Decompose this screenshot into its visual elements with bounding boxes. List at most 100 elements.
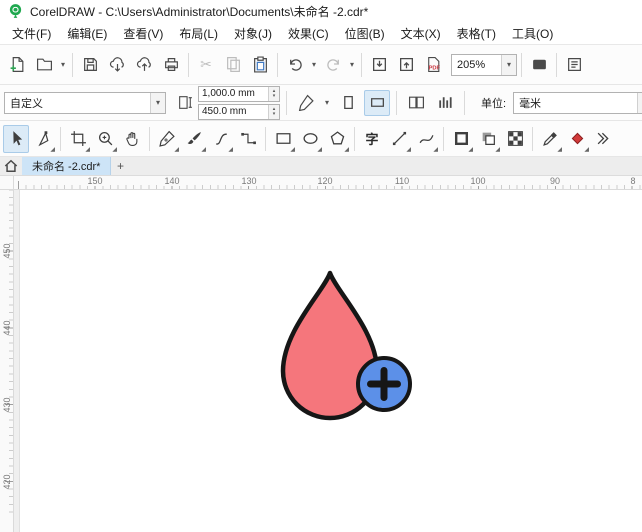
crop-tool[interactable]: ◢ (65, 125, 91, 153)
import-button[interactable] (366, 52, 392, 78)
page-size-preset-combobox[interactable]: 自定义 ▾ (4, 91, 166, 114)
pan-tool[interactable] (119, 125, 145, 153)
flyout-caret[interactable]: ◢ (317, 147, 322, 153)
flyout-caret[interactable]: ◢ (468, 147, 473, 153)
flyout-caret[interactable]: ◢ (228, 147, 233, 153)
menu-item[interactable]: 位图(B) (337, 22, 393, 44)
straight-line-tool[interactable]: ◢ (386, 125, 412, 153)
application-launcher-button[interactable] (561, 52, 587, 78)
flyout-caret[interactable]: ◢ (557, 147, 562, 153)
menu-item[interactable]: 文件(F) (4, 22, 59, 44)
flyout-caret[interactable]: ◢ (344, 147, 349, 153)
flyout-caret[interactable]: ◢ (174, 147, 179, 153)
zoom-tool[interactable]: ◢ (92, 125, 118, 153)
units-combobox[interactable]: 毫米 ▾ (513, 91, 642, 114)
polygon-tool[interactable]: ◢ (324, 125, 350, 153)
flyout-caret[interactable]: ◢ (201, 147, 206, 153)
save-button[interactable] (77, 52, 103, 78)
menu-item[interactable]: 效果(C) (280, 22, 337, 44)
toolbar-separator (72, 52, 73, 77)
document-tab[interactable]: 未命名 -2.cdr* (22, 157, 112, 175)
drop-shadow-tool[interactable]: ◢ (475, 125, 501, 153)
new-document-button[interactable] (4, 52, 30, 78)
page-options-button[interactable] (293, 90, 319, 116)
rectangle-tool[interactable]: ◢ (270, 125, 296, 153)
units-dropdown-button[interactable]: ▾ (637, 92, 642, 113)
menu-item[interactable]: 工具(O) (504, 22, 561, 44)
ruler-label-h: 130 (240, 176, 258, 186)
flyout-caret[interactable]: ◢ (290, 147, 295, 153)
copy-button[interactable] (220, 52, 246, 78)
spin-down-icon[interactable]: ▾ (273, 111, 276, 117)
open-from-cloud-button[interactable] (104, 52, 130, 78)
flyout-caret[interactable]: ◢ (584, 147, 589, 153)
menu-item[interactable]: 查看(V) (115, 22, 171, 44)
interactive-fill-tool[interactable]: ◢ (564, 125, 590, 153)
current-page-button[interactable] (432, 90, 458, 116)
curve-tool[interactable]: ◢ (413, 125, 439, 153)
vertical-ruler[interactable]: 450 440 430 420 (0, 190, 14, 532)
outline-pen-tool[interactable]: ◢ (448, 125, 474, 153)
open-dropdown-caret[interactable]: ▾ (58, 60, 68, 69)
spin-down-icon[interactable]: ▾ (273, 93, 276, 99)
display-mode-button[interactable] (526, 52, 552, 78)
home-icon[interactable] (0, 157, 22, 176)
text-tool[interactable]: 字 (359, 125, 385, 153)
cut-button[interactable]: ✂ (193, 52, 219, 78)
propbar-separator (286, 90, 287, 115)
toolbox-separator (265, 126, 266, 151)
save-to-cloud-button[interactable] (131, 52, 157, 78)
menu-item[interactable]: 文本(X) (393, 22, 449, 44)
page-options-caret[interactable]: ▾ (322, 98, 332, 107)
flyout-caret[interactable]: ◢ (406, 147, 411, 153)
artistic-media-tool[interactable]: ◢ (181, 125, 207, 153)
pen-tool[interactable]: ◢ (154, 125, 180, 153)
open-document-button[interactable] (31, 52, 57, 78)
page-size-preset-dropdown-button[interactable]: ▾ (150, 92, 165, 113)
page-width-field[interactable]: 1,000.0 mm ▴ ▾ (198, 85, 280, 102)
propbar-separator (464, 90, 465, 115)
flyout-caret[interactable]: ◢ (50, 147, 55, 153)
redo-button[interactable] (320, 52, 346, 78)
flyout-caret[interactable]: ◢ (85, 147, 90, 153)
ellipse-tool[interactable]: ◢ (297, 125, 323, 153)
flyout-caret[interactable]: ◢ (433, 147, 438, 153)
ruler-origin-corner[interactable] (0, 176, 14, 190)
publish-to-pdf-button[interactable]: PDF (420, 52, 446, 78)
paste-button[interactable] (247, 52, 273, 78)
page-width-spinner[interactable]: ▴ ▾ (268, 86, 279, 101)
landscape-orientation-button[interactable] (364, 89, 390, 116)
units-value: 毫米 (519, 97, 542, 110)
menu-item[interactable]: 表格(T) (449, 22, 504, 44)
transparency-tool[interactable] (502, 125, 528, 153)
new-tab-button[interactable]: + (111, 157, 129, 175)
flyout-caret[interactable]: ◢ (495, 147, 500, 153)
page-height-field[interactable]: 450.0 mm ▴ ▾ (198, 103, 280, 120)
shape-tool[interactable]: ◢ (30, 125, 56, 153)
toolbox-overflow-chevron[interactable] (591, 125, 617, 153)
pdf-icon-label: PDF (428, 65, 440, 71)
zoom-level-value: 205% (457, 58, 486, 71)
pick-tool[interactable] (3, 124, 29, 153)
menu-item[interactable]: 编辑(E) (59, 22, 115, 44)
toolbox: ◢ ◢ ◢ ◢ ◢ ◢ ◢ ◢ ◢ 字 ◢ ◢ ◢ ◢ ◢ ◢ (0, 121, 642, 157)
connector-tool[interactable] (235, 125, 261, 153)
b-spline-tool[interactable]: ◢ (208, 125, 234, 153)
export-button[interactable] (393, 52, 419, 78)
portrait-orientation-button[interactable] (335, 90, 361, 116)
print-button[interactable] (158, 52, 184, 78)
flyout-caret[interactable]: ◢ (112, 147, 117, 153)
horizontal-ruler[interactable]: 150 140 130 120 110 100 90 8 (14, 176, 642, 190)
eyedropper-tool[interactable]: ◢ (537, 125, 563, 153)
menu-item[interactable]: 布局(L) (171, 22, 226, 44)
zoom-level-combobox[interactable]: 205% ▾ (451, 53, 517, 76)
menu-item[interactable]: 对象(J) (226, 22, 280, 44)
undo-button[interactable] (282, 52, 308, 78)
page-height-spinner[interactable]: ▴ ▾ (268, 104, 279, 119)
toolbox-separator (354, 126, 355, 151)
all-pages-button[interactable] (403, 90, 429, 116)
undo-dropdown-caret[interactable]: ▾ (309, 60, 319, 69)
redo-dropdown-caret[interactable]: ▾ (347, 60, 357, 69)
drawing-canvas[interactable] (14, 190, 642, 532)
zoom-dropdown-button[interactable]: ▾ (501, 54, 516, 75)
